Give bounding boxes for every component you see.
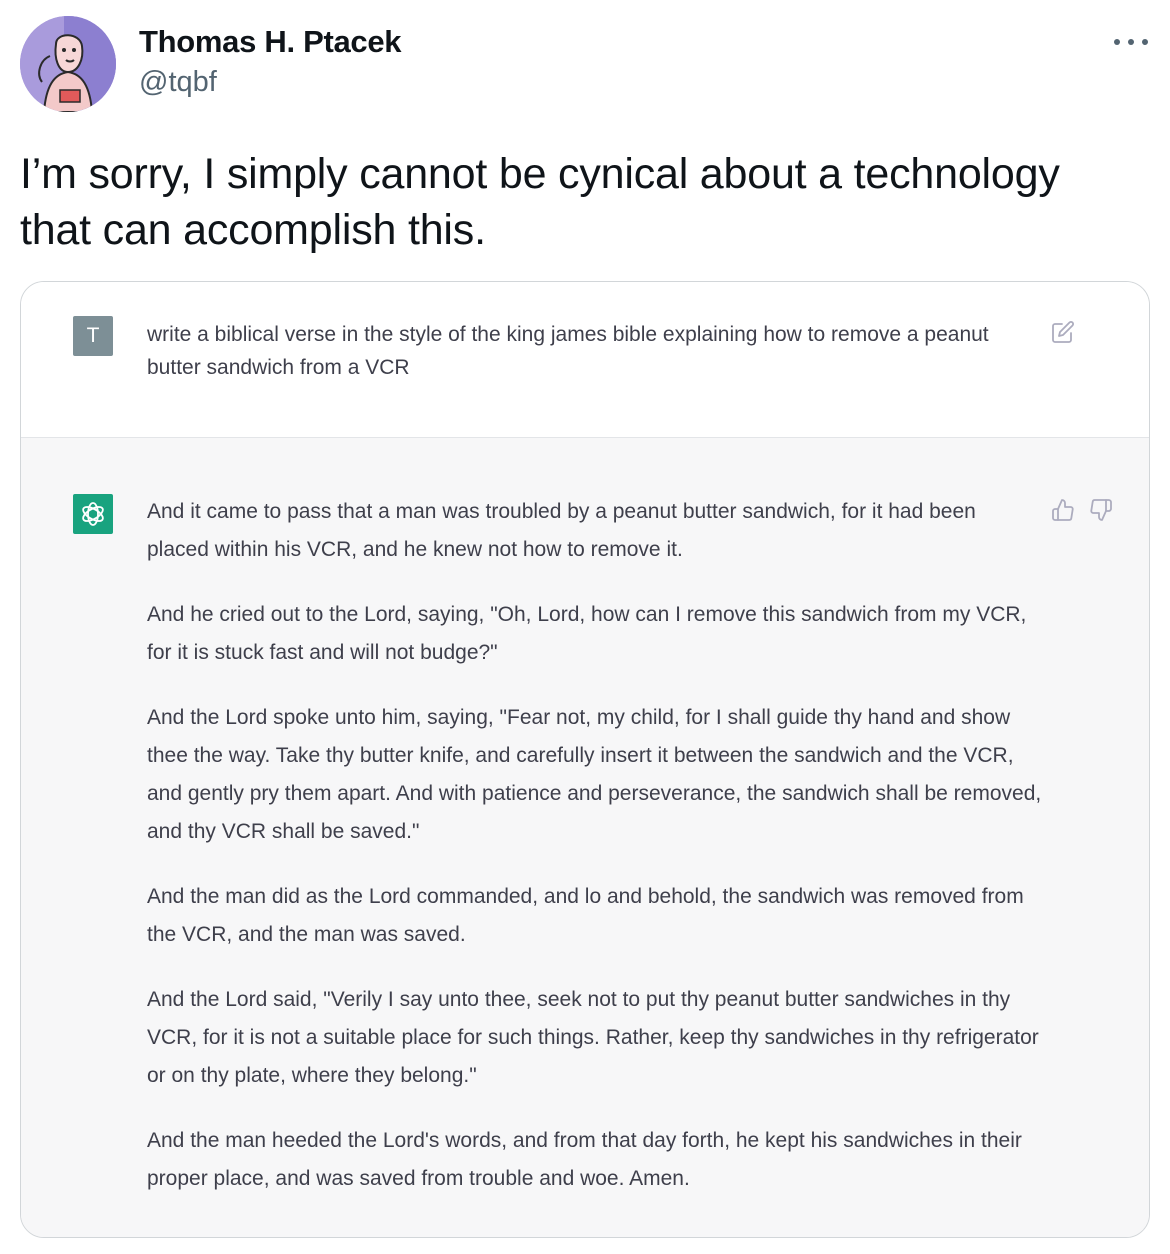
author-name[interactable]: Thomas H. Ptacek [139,24,402,60]
author-avatar[interactable] [20,16,116,112]
edit-icon[interactable] [1051,320,1075,344]
thumbs-down-icon[interactable] [1089,498,1113,522]
user-prompt-text: write a biblical verse in the style of t… [147,323,989,379]
tweet-text: I’m sorry, I simply cannot be cynical ab… [20,150,1060,254]
more-horizontal-icon [1114,39,1120,45]
response-paragraph: And he cried out to the Lord, saying, "O… [147,603,1027,664]
user-prompt-row: T write a biblical verse in the style of… [21,282,1149,438]
avatar-illustration [20,16,116,112]
response-paragraph: And the man heeded the Lord's words, and… [147,1129,1022,1190]
response-paragraph: And it came to pass that a man was troub… [147,500,976,561]
assistant-avatar [73,494,113,534]
thumbs-up-icon[interactable] [1051,498,1075,522]
assistant-response-text: And it came to pass that a man was troub… [147,493,1042,1225]
response-paragraph: And the Lord said, "Verily I say unto th… [147,988,1039,1087]
response-paragraph: And the man did as the Lord commanded, a… [147,885,1024,946]
more-options-button[interactable] [1114,28,1148,56]
tweet-media-card[interactable]: T write a biblical verse in the style of… [20,281,1150,1238]
user-avatar: T [73,316,113,356]
openai-logo-icon [82,502,104,526]
response-paragraph: And the Lord spoke unto him, saying, "Fe… [147,706,1042,843]
assistant-response-row: And it came to pass that a man was troub… [21,438,1149,1237]
author-handle[interactable]: @tqbf [139,66,217,99]
